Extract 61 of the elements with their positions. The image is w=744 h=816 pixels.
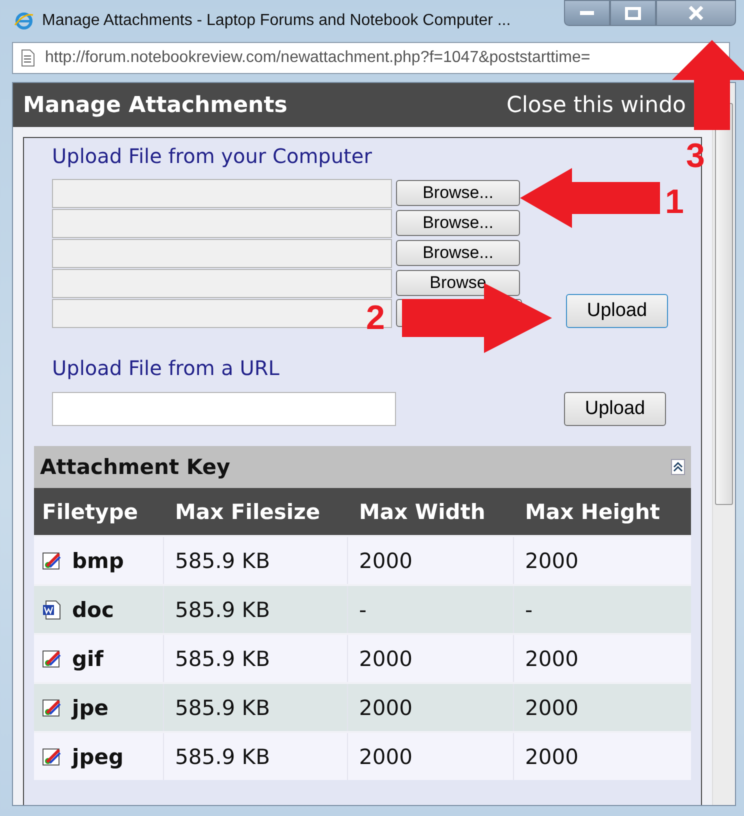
window-title: Manage Attachments - Laptop Forums and Notebook Computer ...: [42, 12, 512, 30]
table-cell: gif: [34, 635, 164, 682]
browse-button[interactable]: Browse...: [396, 210, 520, 236]
page-title: Manage Attachments: [23, 92, 288, 118]
address-bar[interactable]: http://forum.notebookreview.com/newattachment.php?f=1047&poststarttime=: [12, 42, 730, 74]
table-cell: 585.9 KB: [167, 586, 348, 633]
file-path-field[interactable]: [52, 208, 392, 238]
file-path-field[interactable]: [52, 178, 392, 208]
minimize-icon: [580, 11, 594, 15]
browse-button[interactable]: Browse...: [396, 180, 520, 206]
image-file-icon: [42, 698, 62, 718]
document-icon: [42, 600, 62, 620]
table-cell: 585.9 KB: [167, 537, 348, 584]
url-text: http://forum.notebookreview.com/newattachment.php?f=1047&poststarttime=: [45, 49, 590, 67]
table-cell: 2000: [351, 684, 514, 731]
column-header: Filetype: [41, 498, 139, 526]
table-cell-text: 2000: [524, 646, 580, 672]
close-button[interactable]: [656, 0, 736, 26]
column-header: Max Width: [358, 498, 486, 526]
table-cell: -: [351, 586, 514, 633]
upload-button[interactable]: Upload: [564, 392, 666, 426]
page-icon: [21, 49, 35, 67]
browse-button[interactable]: Browse...: [396, 240, 520, 266]
table-cell-text: 2000: [524, 548, 580, 574]
table-cell: 2000: [351, 733, 514, 780]
table-cell-text: 2000: [524, 744, 580, 770]
table-cell: 2000: [351, 537, 514, 584]
url-input-field[interactable]: [52, 392, 396, 426]
maximize-button[interactable]: [610, 0, 656, 26]
close-icon: [688, 6, 704, 20]
browse-button[interactable]: Browse: [396, 270, 520, 296]
table-cell: 585.9 KB: [167, 635, 348, 682]
maximize-icon: [625, 6, 641, 20]
table-cell: jpeg: [34, 733, 164, 780]
table-cell: 2000: [351, 635, 514, 682]
table-cell-text: -: [524, 596, 534, 624]
section-heading: Upload File from a URL: [52, 356, 280, 380]
table-cell: bmp: [34, 537, 164, 584]
close-window-link[interactable]: Close this windo: [506, 92, 686, 118]
section-title: Attachment Key: [40, 455, 230, 479]
table-cell: doc: [34, 586, 164, 633]
minimize-button[interactable]: [564, 0, 610, 26]
image-file-icon: [42, 746, 62, 766]
table-cell: jpe: [34, 684, 164, 731]
file-path-field[interactable]: [52, 268, 392, 298]
table-cell-text: 2000: [524, 694, 580, 722]
column-header: Max Filesize: [174, 498, 322, 526]
browser-logo-icon: [14, 11, 34, 31]
section-heading: Upload File from your Computer: [52, 144, 373, 168]
upload-button[interactable]: Upload: [566, 294, 668, 328]
annotation-number: 1: [665, 185, 684, 219]
table-cell: 585.9 KB: [167, 733, 348, 780]
file-path-field[interactable]: [52, 238, 392, 268]
collapse-icon[interactable]: [671, 459, 685, 475]
scrollbar[interactable]: [712, 83, 735, 805]
table-cell: 585.9 KB: [167, 684, 348, 731]
file-path-field[interactable]: [52, 298, 392, 328]
image-file-icon: [42, 550, 62, 570]
column-header: Max Height: [524, 498, 661, 526]
image-file-icon: [42, 648, 62, 668]
annotation-number: 2: [366, 301, 385, 335]
